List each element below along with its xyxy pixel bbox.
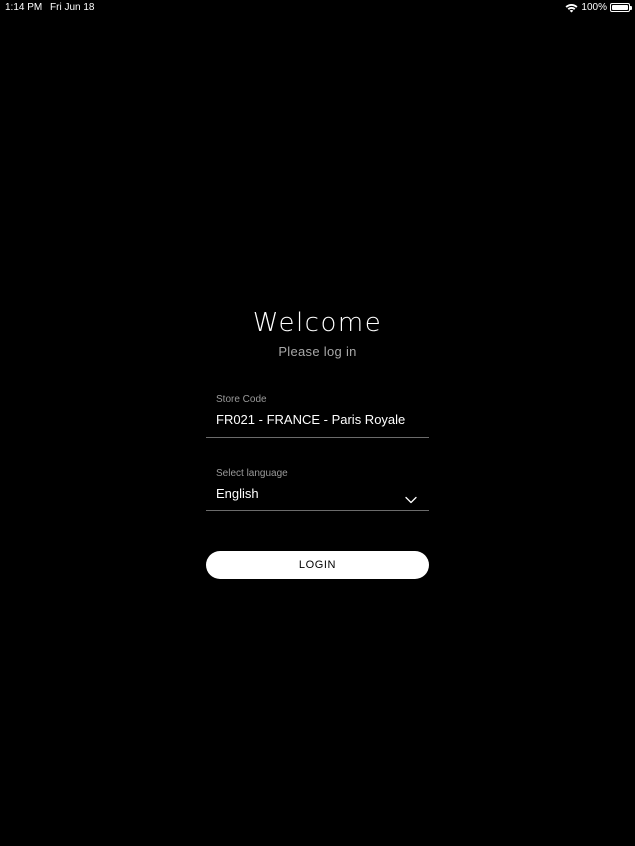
welcome-title: Welcome [252, 308, 383, 338]
welcome-subtitle: Please log in [278, 344, 357, 359]
login-button[interactable]: LOGIN [206, 551, 429, 579]
store-code-label: Store Code [216, 394, 267, 405]
status-indicators: 100% [565, 2, 632, 13]
battery-percent: 100% [581, 2, 607, 13]
chevron-down-icon[interactable] [405, 491, 417, 504]
battery-fill [612, 5, 628, 10]
status-bar: 1:14 PM Fri Jun 18 100% [0, 0, 635, 16]
status-time: 1:14 PM [5, 2, 43, 13]
language-select[interactable]: Select language English [206, 466, 429, 511]
battery-tip [630, 6, 632, 10]
store-code-field[interactable]: Store Code FR021 - FRANCE - Paris Royale [206, 392, 429, 438]
status-date: Fri Jun 18 [50, 2, 95, 13]
store-code-value[interactable]: FR021 - FRANCE - Paris Royale [216, 412, 405, 427]
login-screen: 1:14 PM Fri Jun 18 100% Welcome Please l… [0, 0, 635, 846]
wifi-icon [565, 3, 578, 13]
battery-icon [610, 3, 632, 12]
language-label: Select language [216, 468, 288, 479]
language-value[interactable]: English [216, 486, 259, 501]
